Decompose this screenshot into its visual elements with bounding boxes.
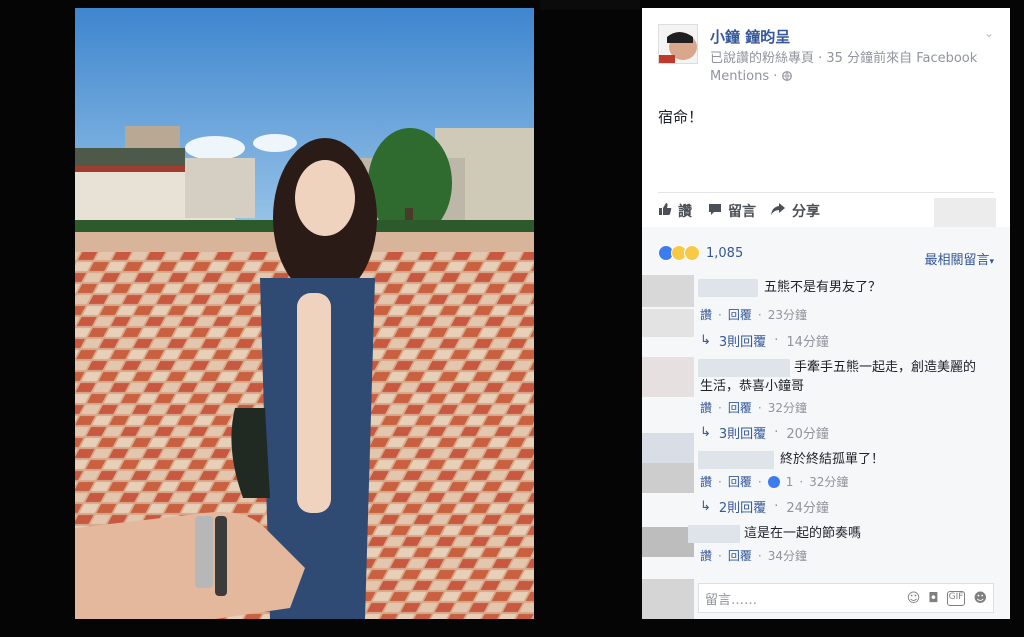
commenter-avatar — [642, 309, 694, 337]
share-label: 分享 — [792, 204, 820, 220]
gif-icon[interactable]: GIF — [946, 590, 966, 606]
commenter-avatar[interactable] — [642, 357, 694, 397]
comment-text-line1: 手牽手五熊一起走，創造美麗的 — [794, 360, 977, 375]
divider — [658, 192, 994, 193]
like-label: 讚 — [678, 204, 692, 220]
commenter-avatar — [642, 463, 694, 493]
reply-arrow-icon: ↳ — [700, 499, 711, 514]
replies-label: 3則回覆 — [718, 335, 767, 350]
comment-sort-dropdown[interactable]: 最相關留言▾ — [924, 249, 994, 268]
comment-like-badge-icon — [767, 475, 780, 488]
comment-input[interactable]: 留言…… ☺ ◘ GIF ☻ — [698, 583, 994, 613]
comment-reply-link[interactable]: 回覆 — [728, 473, 752, 490]
comment-actions: 讚 · 回覆 · 23分鐘 — [700, 306, 807, 323]
reply-arrow-icon: ↳ — [700, 333, 711, 348]
camera-icon[interactable]: ◘ — [928, 591, 938, 606]
replies-label: 3則回覆 — [718, 427, 767, 442]
comment-button[interactable]: 留言 — [708, 200, 756, 222]
dot: · — [774, 333, 779, 348]
view-replies-link[interactable]: ↳ 2則回覆 · 24分鐘 — [700, 497, 829, 516]
comment-time[interactable]: 32分鐘 — [768, 399, 807, 416]
sort-label: 最相關留言 — [924, 253, 990, 268]
dot: · — [718, 400, 722, 415]
dot: · — [718, 474, 722, 489]
commenter-name-redacted[interactable] — [688, 525, 740, 543]
share-button[interactable]: 分享 — [770, 200, 820, 222]
replies-time: 14分鐘 — [786, 335, 829, 350]
comment-input-tools: ☺ ◘ GIF ☻ — [907, 590, 993, 606]
comment-actions: 讚 · 回覆 · 32分鐘 — [700, 399, 807, 416]
comment-like-link[interactable]: 讚 — [700, 473, 712, 490]
comment-text: 這是在一起的節奏嗎 — [744, 526, 862, 541]
reactions-summary[interactable]: 1,085 — [658, 245, 743, 261]
comment-actions: 讚 · 回覆 · 1 · 32分鐘 — [700, 473, 848, 490]
comment-time[interactable]: 34分鐘 — [768, 547, 807, 564]
comment-text-line2: 生活，恭喜小鐘哥 — [700, 379, 805, 394]
post-panel: 小鐘 鐘昀呈 已說讚的粉絲專頁 · 35 分鐘前來自 Facebook Ment… — [642, 8, 1010, 619]
dot: · — [799, 474, 804, 489]
commenter-name-redacted[interactable] — [698, 279, 758, 297]
emoji-icon[interactable]: ☺ — [907, 591, 921, 606]
post-meta: 已說讚的粉絲專頁 · 35 分鐘前來自 Facebook Mentions · — [710, 50, 1000, 86]
globe-icon — [781, 69, 792, 84]
reply-arrow-icon: ↳ — [700, 425, 711, 440]
photo-viewer: 小鐘 鐘昀呈 已說讚的粉絲專頁 · 35 分鐘前來自 Facebook Ment… — [0, 0, 1024, 637]
post-meta-line2: Mentions · — [710, 69, 782, 84]
post-options-chevron-icon[interactable]: ⌄ — [984, 26, 994, 40]
commenter-avatar[interactable] — [642, 433, 694, 463]
comment-input-placeholder: 留言…… — [705, 592, 758, 608]
comment-actions: 讚 · 回覆 · 34分鐘 — [700, 547, 807, 564]
viewer-avatar — [642, 579, 694, 619]
comment-like-count[interactable]: 1 — [786, 475, 794, 489]
comment-reply-link[interactable]: 回覆 — [728, 399, 752, 416]
comment-time[interactable]: 23分鐘 — [768, 306, 807, 323]
comments-section: 1,085 最相關留言▾ 五熊不是有男友了？ 讚 · 回覆 · 23分鐘 ↳ 3… — [642, 227, 1010, 619]
replies-label: 2則回覆 — [718, 501, 767, 516]
like-button[interactable]: 讚 — [658, 200, 692, 222]
view-replies-link[interactable]: ↳ 3則回覆 · 14分鐘 — [700, 331, 829, 350]
comment-like-link[interactable]: 讚 — [700, 306, 712, 323]
dot: · — [757, 548, 762, 563]
share-arrow-icon — [770, 202, 786, 220]
comment-reply-link[interactable]: 回覆 — [728, 306, 752, 323]
commenter-avatar[interactable] — [642, 527, 694, 557]
sticker-icon[interactable]: ☻ — [973, 591, 987, 606]
dot: · — [718, 548, 722, 563]
post-meta-line1: 已說讚的粉絲專頁 · 35 分鐘前來自 Facebook — [710, 51, 978, 66]
dot: · — [774, 425, 779, 440]
dot: · — [757, 307, 762, 322]
comment-time[interactable]: 32分鐘 — [809, 473, 848, 490]
page-avatar[interactable] — [658, 24, 698, 64]
page-name-link[interactable]: 小鐘 鐘昀呈 — [710, 26, 790, 47]
comment-text: 終於終結孤單了！ — [780, 452, 885, 467]
caret-down-icon: ▾ — [989, 257, 994, 267]
comment-like-link[interactable]: 讚 — [700, 399, 712, 416]
comment-label: 留言 — [728, 204, 756, 220]
replies-time: 24分鐘 — [786, 501, 829, 516]
commenter-name-redacted[interactable] — [698, 359, 790, 377]
wow-reaction-icon — [684, 245, 700, 261]
dot: · — [718, 307, 722, 322]
comment-reply-link[interactable]: 回覆 — [728, 547, 752, 564]
post-text: 宿命！ — [658, 108, 704, 126]
photo-image — [75, 8, 534, 619]
top-bar — [540, 0, 640, 10]
reaction-count: 1,085 — [706, 245, 744, 261]
thumbs-up-icon — [658, 202, 672, 220]
photo[interactable] — [75, 8, 534, 619]
replies-time: 20分鐘 — [786, 427, 829, 442]
viewer-avatar-placeholder — [934, 198, 996, 230]
dot: · — [757, 474, 762, 489]
commenter-avatar[interactable] — [642, 275, 694, 307]
comment-text: 五熊不是有男友了？ — [764, 280, 882, 295]
comment-like-link[interactable]: 讚 — [700, 547, 712, 564]
commenter-name-redacted[interactable] — [698, 451, 774, 469]
view-replies-link[interactable]: ↳ 3則回覆 · 20分鐘 — [700, 423, 829, 442]
comment-bubble-icon — [708, 202, 722, 220]
dot: · — [757, 400, 762, 415]
dot: · — [774, 499, 779, 514]
